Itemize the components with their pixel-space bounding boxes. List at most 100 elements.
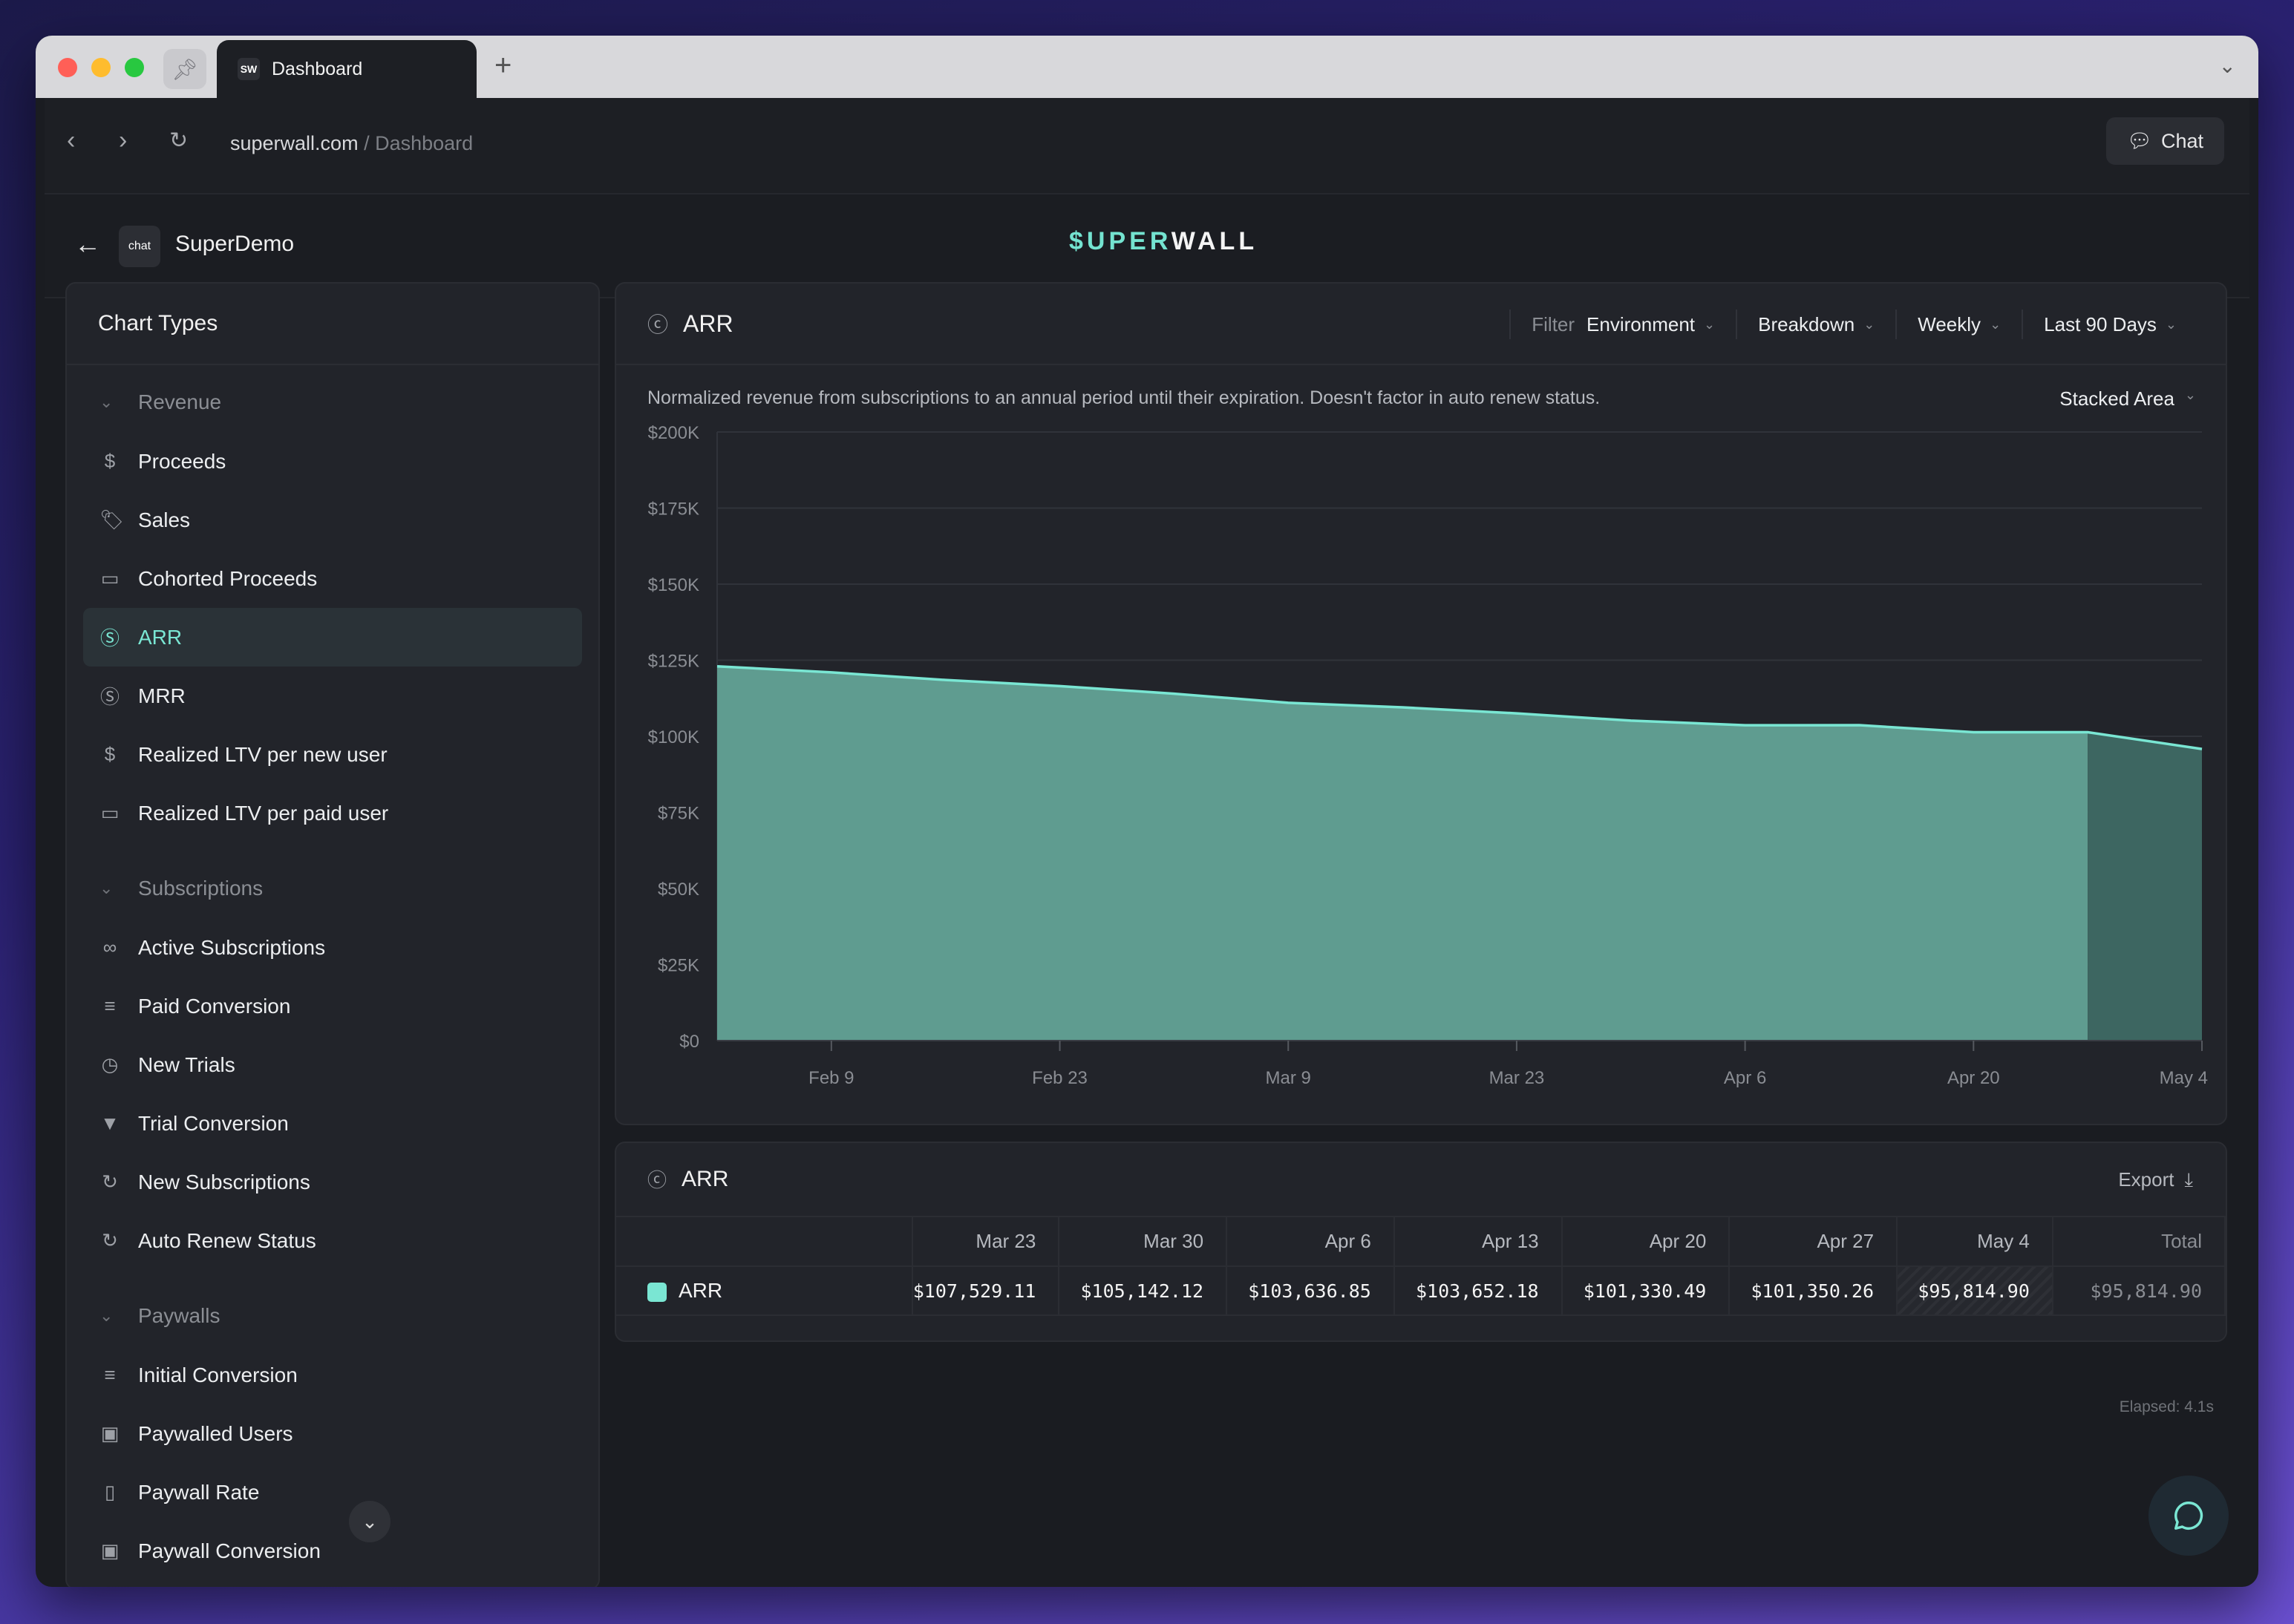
superwall-logo: $UPERWALL	[1069, 227, 1258, 255]
chart-title: ARR	[683, 310, 733, 337]
table-cell: $107,529.11	[912, 1266, 1060, 1316]
sidebar-item-label: Paywall Rate	[138, 1480, 260, 1504]
scroll-down-button[interactable]: ⌄	[349, 1501, 390, 1542]
table-cell: $103,636.85	[1226, 1266, 1395, 1316]
sidebar-item-paywall-conversion[interactable]: ▣ Paywall Conversion	[83, 1522, 582, 1580]
column-header[interactable]: Apr 27	[1729, 1217, 1898, 1267]
chart-type-dropdown[interactable]: Stacked Area ⌄	[2059, 387, 2196, 410]
sidebar-item-sales[interactable]: 🏷︎ Sales	[83, 491, 582, 549]
sidebar-item-paid-conversion[interactable]: ≡ Paid Conversion	[83, 977, 582, 1035]
section-header-subscriptions[interactable]: ⌄ Subscriptions	[83, 859, 582, 918]
close-window-button[interactable]	[58, 58, 77, 77]
series-swatch	[647, 1282, 667, 1302]
funnel-icon: ▼	[100, 1112, 120, 1134]
chevron-down-icon: ⌄	[99, 1306, 114, 1325]
column-header[interactable]: Mar 23	[912, 1217, 1060, 1267]
title-bar: 📌︎ SW Dashboard + ⌄	[36, 36, 2258, 98]
column-header[interactable]: Total	[2052, 1217, 2226, 1267]
chevron-down-icon: ⌄	[99, 879, 114, 897]
minimize-window-button[interactable]	[91, 58, 111, 77]
filter-value: Environment	[1586, 312, 1696, 335]
sidebar-item-initial-conversion[interactable]: ≡ Initial Conversion	[83, 1346, 582, 1404]
sidebar-item-active-subscriptions[interactable]: ∞ Active Subscriptions	[83, 918, 582, 977]
area-incomplete-period	[2088, 732, 2202, 1041]
table-cell: $95,814.90	[2052, 1266, 2226, 1316]
sidebar-item-mrr[interactable]: Ⓢ MRR	[83, 667, 582, 725]
address-bar: ‹ › ↻ superwall.com / Dashboard 💬︎ Chat	[45, 98, 2249, 194]
breakdown-dropdown[interactable]: Breakdown ⌄	[1736, 310, 1895, 339]
sidebar-item-label: Active Subscriptions	[138, 935, 326, 959]
refresh-icon: ↻	[102, 1229, 118, 1251]
sidebar-item-arr[interactable]: Ⓢ ARR	[83, 608, 582, 667]
url-host: superwall.com	[230, 132, 359, 154]
section-header-revenue[interactable]: ⌄ Revenue	[83, 373, 582, 432]
sidebar-item-proceeds[interactable]: $ Proceeds	[83, 432, 582, 491]
data-table-panel: ⓒ ARR Export ⤓ Mar 23 Mar 30 Apr 6 Apr 13 Ap…	[615, 1142, 2227, 1342]
sidebar-item-new-trials[interactable]: ◷ New Trials	[83, 1035, 582, 1094]
download-icon: ⤓	[2184, 1168, 2194, 1191]
sidebar-item-auto-renew-status[interactable]: ↻ Auto Renew Status	[83, 1211, 582, 1270]
range-dropdown[interactable]: Last 90 Days ⌄	[2022, 310, 2197, 339]
section-header-paywalls[interactable]: ⌄ Paywalls	[83, 1286, 582, 1346]
sidebar-item-trial-conversion[interactable]: ▼ Trial Conversion	[83, 1094, 582, 1153]
column-header[interactable]: Apr 13	[1393, 1217, 1563, 1267]
table-cell: $105,142.12	[1059, 1266, 1228, 1316]
table-cell: $95,814.90	[1897, 1266, 2053, 1316]
zoom-window-button[interactable]	[125, 58, 144, 77]
support-chat-button[interactable]	[2148, 1476, 2229, 1556]
column-header[interactable]: Apr 6	[1226, 1217, 1395, 1267]
pin-tab-button[interactable]: 📌︎	[163, 49, 206, 89]
tab-dashboard[interactable]: SW Dashboard	[217, 40, 477, 98]
forward-icon[interactable]: ›	[119, 126, 127, 155]
calendar-icon: ▭	[100, 802, 120, 824]
sidebar-item-new-subscriptions[interactable]: ↻ New Subscriptions	[83, 1153, 582, 1211]
chevron-down-icon: ⌄	[2184, 387, 2196, 402]
back-icon[interactable]: ‹	[67, 126, 75, 155]
cycle-dollar-icon: ⓒ	[647, 1169, 667, 1191]
series-column-header	[616, 1217, 913, 1267]
interval-dropdown[interactable]: Weekly ⌄	[1895, 310, 2022, 339]
browser-window: 📌︎ SW Dashboard + ⌄ ‹ › ↻ superwall.com …	[36, 36, 2258, 1587]
sidebar-item-label: New Subscriptions	[138, 1170, 310, 1194]
sidebar-item-realized-ltv-per-new-user[interactable]: $ Realized LTV per new user	[83, 725, 582, 784]
sidebar-item-label: Sales	[138, 508, 191, 531]
tab-list-chevron-icon[interactable]: ⌄	[2219, 53, 2236, 78]
sidebar-item-label: Trial Conversion	[138, 1111, 289, 1135]
timer-icon: ◷	[101, 1053, 119, 1075]
x-tick-label: Apr 20	[1947, 1068, 2000, 1088]
sidebar-item-label: Paid Conversion	[138, 994, 291, 1018]
sidebar-item-realized-ltv-per-paid-user[interactable]: ▭ Realized LTV per paid user	[83, 784, 582, 842]
sidebar-item-label: Initial Conversion	[138, 1363, 298, 1386]
app-name[interactable]: SuperDemo	[175, 232, 294, 257]
sidebar-item-cohorted-proceeds[interactable]: ▭ Cohorted Proceeds	[83, 549, 582, 608]
x-tick-label: Feb 23	[1032, 1068, 1088, 1088]
chevron-down-icon: ⌄	[2165, 316, 2177, 332]
url-field[interactable]: superwall.com / Dashboard	[230, 132, 473, 155]
refresh-icon: ↻	[102, 1170, 118, 1193]
column-header[interactable]: May 4	[1897, 1217, 2053, 1267]
x-tick-label: Feb 9	[808, 1068, 854, 1088]
export-button[interactable]: Export ⤓	[2118, 1168, 2193, 1192]
chevron-down-icon: ⌄	[1863, 316, 1875, 332]
filter-dropdown[interactable]: Filter Environment ⌄	[1509, 310, 1736, 339]
chat-bubble-icon: 💬︎	[2126, 130, 2152, 152]
sidebar-title: Chart Types	[67, 284, 598, 365]
y-tick-label: $0	[679, 1032, 699, 1052]
chat-button[interactable]: 💬︎ Chat	[2105, 117, 2224, 165]
y-tick-label: $175K	[648, 500, 699, 520]
table-header-row: Mar 23 Mar 30 Apr 6 Apr 13 Apr 20 Apr 27 May 4…	[616, 1217, 2226, 1267]
back-arrow-icon[interactable]: ←	[74, 229, 101, 260]
chart-description: Normalized revenue from subscriptions to…	[647, 387, 1601, 408]
column-header[interactable]: Mar 30	[1059, 1217, 1228, 1267]
sidebar-item-paywall-rate[interactable]: ▯ Paywall Rate	[83, 1463, 582, 1522]
tag-icon: 🏷︎	[99, 508, 125, 531]
loop-icon: ∞	[102, 936, 117, 958]
y-tick-label: $75K	[658, 804, 699, 824]
table-cell: $101,350.26	[1729, 1266, 1898, 1316]
column-header[interactable]: Apr 20	[1561, 1217, 1731, 1267]
new-tab-button[interactable]: +	[494, 49, 512, 82]
sidebar-item-label: MRR	[138, 684, 186, 707]
reload-icon[interactable]: ↻	[169, 128, 188, 154]
sidebar-item-paywalled-users[interactable]: ▣ Paywalled Users	[83, 1404, 582, 1463]
chevron-down-icon: ⌄	[1990, 316, 2001, 332]
